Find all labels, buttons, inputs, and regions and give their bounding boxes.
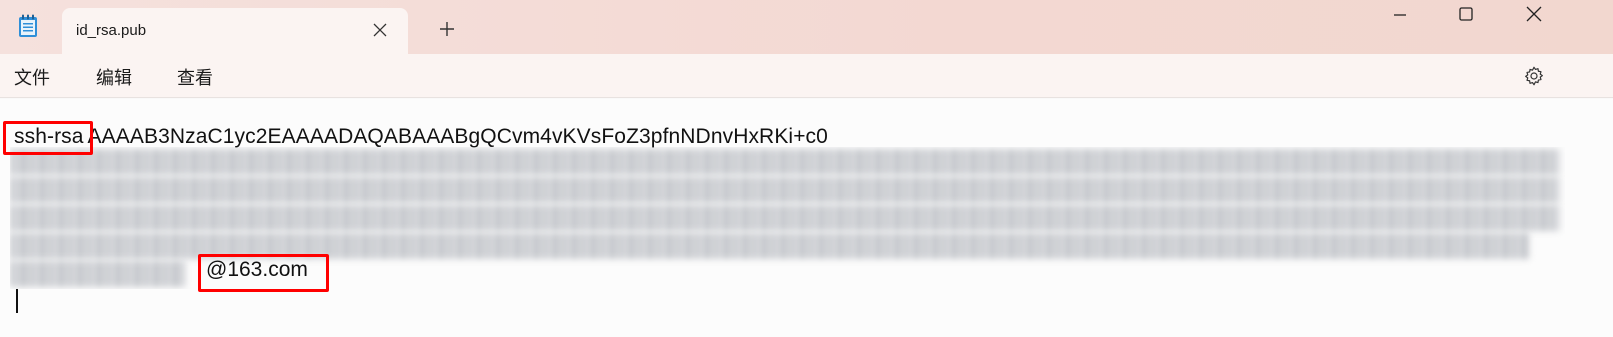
text-caret	[16, 289, 18, 313]
blurred-line	[10, 261, 185, 287]
title-bar: id_rsa.pub	[0, 0, 1613, 54]
menu-file[interactable]: 文件	[14, 64, 50, 90]
tab-close-icon[interactable]	[368, 18, 392, 42]
blurred-line	[10, 177, 1560, 203]
tab-title: id_rsa.pub	[76, 22, 147, 39]
maximize-icon[interactable]	[1436, 0, 1496, 28]
menu-view[interactable]: 查看	[177, 64, 213, 90]
window-close-icon[interactable]	[1504, 0, 1564, 28]
text-editor[interactable]: ssh-rsa AAAAB3NzaC1yc2EAAAADAQABAAABgQCvm…	[0, 99, 1613, 337]
blurred-line	[10, 205, 1560, 231]
minimize-icon[interactable]	[1370, 0, 1430, 28]
highlight-box-email	[198, 254, 329, 292]
scrollbar[interactable]	[1601, 99, 1613, 337]
gear-icon[interactable]	[1520, 62, 1548, 90]
menu-bar: 文件 编辑 查看	[0, 54, 1613, 98]
highlight-box-key-type	[3, 121, 93, 155]
notepad-icon	[18, 14, 38, 38]
tab-id-rsa-pub[interactable]: id_rsa.pub	[62, 8, 408, 54]
key-start-text: AAAAB3NzaC1yc2EAAAADAQABAAABgQCvm4vKVsFo…	[87, 125, 828, 148]
blurred-line	[10, 149, 1560, 175]
key-first-line: ssh-rsa AAAAB3NzaC1yc2EAAAADAQABAAABgQCvm…	[14, 125, 828, 149]
new-tab-plus-icon[interactable]	[434, 16, 460, 42]
menu-edit[interactable]: 编辑	[96, 64, 132, 90]
